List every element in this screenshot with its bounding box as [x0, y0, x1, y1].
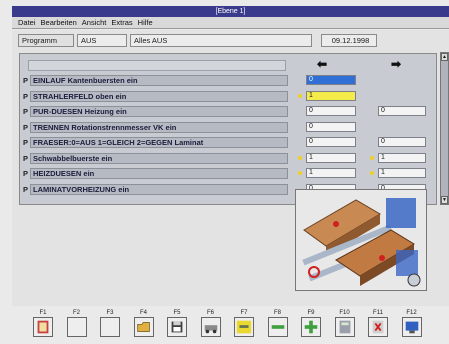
- function-key-label: F5: [173, 310, 181, 316]
- function-key-label: F4: [139, 310, 147, 316]
- function-key-f7[interactable]: F7: [231, 309, 257, 339]
- status-indicator-icon: [370, 171, 374, 175]
- value-field-left[interactable]: 0: [306, 121, 356, 132]
- machine-illustration: [296, 190, 426, 290]
- menu-bar: Datei Bearbeiten Ansicht Extras Hilfe: [12, 17, 449, 29]
- blank-icon[interactable]: [66, 317, 87, 337]
- blank-icon[interactable]: [100, 317, 120, 337]
- control-row: P PUR-DUESEN Heizung ein 0 0: [20, 106, 440, 118]
- value-field-left[interactable]: 0: [306, 75, 356, 85]
- function-key-label: F11: [373, 310, 383, 316]
- menu-hilfe[interactable]: Hilfe: [138, 18, 153, 27]
- row-prefix: P: [23, 153, 29, 163]
- control-row: P TRENNEN Rotationstrennmesser VK ein 0: [20, 121, 440, 134]
- menu-ansicht[interactable]: Ansicht: [82, 18, 107, 27]
- menu-bearbeiten[interactable]: Bearbeiten: [41, 18, 77, 27]
- function-key-f5[interactable]: F5: [164, 309, 190, 339]
- function-key-label: F7: [240, 310, 248, 316]
- program-header-row: Programm AUS Alles AUS 09.12.1998: [18, 33, 438, 48]
- book-icon[interactable]: [33, 317, 53, 337]
- control-label: HEIZDUESEN ein: [30, 168, 288, 179]
- control-label: STRAHLERFELD oben ein: [30, 90, 288, 102]
- control-label: LAMINATVORHEIZUNG ein: [30, 183, 288, 195]
- panel-header-box: [28, 60, 286, 71]
- main-client-area: Programm AUS Alles AUS 09.12.1998 ⬅ ➡ PE…: [12, 30, 449, 306]
- value-field-right[interactable]: 1: [378, 168, 426, 178]
- row-prefix: P: [23, 138, 29, 147]
- value-field-right[interactable]: 1: [378, 152, 426, 163]
- function-key-f11[interactable]: F11: [365, 309, 391, 339]
- function-key-label: F2: [72, 310, 80, 316]
- function-key-f6[interactable]: F6: [198, 309, 224, 339]
- window-title-bar: [Ebene 1]: [12, 6, 449, 17]
- control-row: P STRAHLERFELD oben ein 1: [20, 90, 440, 103]
- row-prefix: P: [23, 91, 29, 101]
- function-key-f4[interactable]: F4: [131, 309, 157, 339]
- function-key-label: F3: [106, 310, 114, 316]
- function-key-f9[interactable]: F9: [298, 309, 324, 339]
- function-key-f12[interactable]: F12: [399, 309, 425, 339]
- function-key-label: F9: [307, 310, 315, 316]
- row-prefix: P: [23, 107, 29, 116]
- row-prefix: P: [23, 184, 29, 194]
- status-indicator-icon: [298, 171, 302, 175]
- exit-icon[interactable]: [368, 317, 388, 337]
- function-key-f1[interactable]: F1: [30, 309, 56, 339]
- status-indicator-icon: [298, 93, 302, 98]
- program-value-field[interactable]: AUS: [77, 34, 127, 47]
- row-prefix: P: [23, 169, 29, 178]
- control-row: P HEIZDUESEN ein 1 1: [20, 168, 440, 180]
- arrow-right-icon[interactable]: ➡: [391, 58, 401, 70]
- save-disk-icon[interactable]: [167, 317, 187, 337]
- yellow-adjust-icon[interactable]: [234, 317, 254, 337]
- function-key-label: F6: [206, 310, 214, 316]
- scroll-up-button[interactable]: ▲: [441, 53, 448, 61]
- window-title: [Ebene 1]: [215, 8, 246, 15]
- vertical-scrollbar[interactable]: ▲ ▼: [440, 52, 449, 205]
- value-field-left[interactable]: 1: [306, 152, 356, 163]
- value-field-left[interactable]: 1: [306, 90, 356, 101]
- value-field-left[interactable]: 0: [306, 106, 356, 116]
- control-label: Schwabbelbuerste ein: [30, 152, 288, 164]
- value-field-left[interactable]: 1: [306, 168, 356, 178]
- control-row: P Schwabbelbuerste ein 1 1: [20, 152, 440, 165]
- control-label: TRENNEN Rotationstrennmesser VK ein: [30, 121, 288, 133]
- program-description-field[interactable]: Alles AUS: [130, 34, 312, 47]
- status-indicator-icon: [370, 155, 374, 160]
- control-label: EINLAUF Kantenbuersten ein: [30, 75, 288, 86]
- control-row: P EINLAUF Kantenbuersten ein 0: [20, 75, 440, 87]
- minus-icon[interactable]: [267, 317, 288, 337]
- function-key-label: F12: [406, 310, 417, 316]
- function-key-bar: F1 F2 F3 F4 F5 F6 F7 F8 F9 F10 F11 F12: [30, 309, 442, 341]
- machine-settings-icon[interactable]: [200, 317, 221, 337]
- machine-image: [295, 189, 427, 291]
- control-label: FRAESER:0=AUS 1=GLEICH 2=GEGEN Laminat: [30, 137, 288, 148]
- value-field-left[interactable]: 0: [306, 137, 356, 147]
- function-key-label: F8: [273, 310, 281, 316]
- menu-datei[interactable]: Datei: [18, 18, 36, 27]
- status-indicator-icon: [298, 155, 302, 160]
- value-field-right[interactable]: 0: [378, 106, 426, 116]
- function-key-f2[interactable]: F2: [64, 309, 90, 339]
- function-key-label: F1: [39, 310, 47, 316]
- scroll-down-button[interactable]: ▼: [441, 196, 448, 204]
- control-label: PUR-DUESEN Heizung ein: [30, 106, 288, 117]
- value-field-right[interactable]: 0: [378, 137, 426, 147]
- date-field: 09.12.1998: [321, 34, 377, 47]
- open-folder-icon[interactable]: [133, 317, 154, 337]
- function-key-label: F10: [339, 310, 350, 316]
- function-key-f8[interactable]: F8: [265, 309, 291, 339]
- control-row: P FRAESER:0=AUS 1=GLEICH 2=GEGEN Laminat 0…: [20, 137, 440, 149]
- menu-extras[interactable]: Extras: [111, 18, 132, 27]
- arrow-left-icon[interactable]: ⬅: [317, 58, 327, 70]
- plus-icon[interactable]: [301, 317, 321, 337]
- monitor-icon[interactable]: [401, 317, 422, 337]
- function-key-f10[interactable]: F10: [332, 309, 358, 339]
- row-prefix: P: [23, 76, 29, 85]
- program-label: Programm: [18, 34, 74, 47]
- calculator-icon[interactable]: [334, 317, 355, 337]
- function-key-f3[interactable]: F3: [97, 309, 123, 339]
- row-prefix: P: [23, 122, 29, 132]
- controls-panel: ⬅ ➡ P EINLAUF Kantenbuersten ein 0 P STRAHLE…: [19, 53, 437, 205]
